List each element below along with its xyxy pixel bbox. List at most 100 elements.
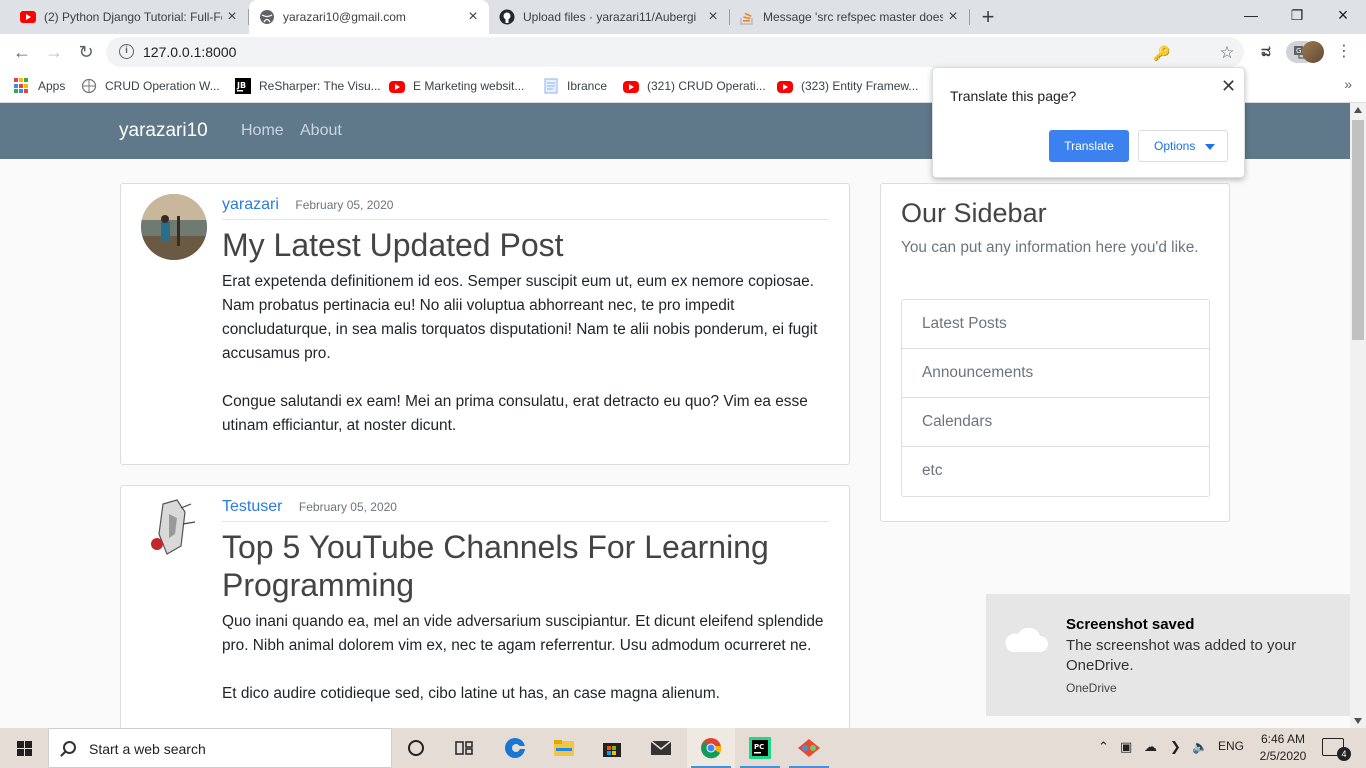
bookmark-crud-321[interactable]: (321) CRUD Operati... — [623, 77, 766, 95]
cortana-icon[interactable] — [392, 728, 440, 768]
translate-popup: Translate this page? ✕ Translate Options — [932, 67, 1245, 178]
bookmark-crud-operation[interactable]: CRUD Operation W... — [81, 77, 220, 95]
sidebar-item-announcements[interactable]: Announcements — [902, 349, 1209, 398]
task-view-icon[interactable] — [440, 728, 488, 768]
new-tab-button[interactable]: + — [976, 3, 1000, 31]
translate-button[interactable]: Translate — [1049, 130, 1129, 162]
post-title[interactable]: Top 5 YouTube Channels For Learning Prog… — [222, 528, 829, 604]
chrome-icon[interactable] — [687, 728, 735, 768]
bookmark-label: CRUD Operation W... — [105, 79, 220, 93]
sidebar-item-etc[interactable]: etc — [902, 447, 1209, 496]
post-title[interactable]: My Latest Updated Post — [222, 226, 829, 264]
post-meta: yarazari February 05, 2020 — [222, 196, 829, 220]
bookmark-entity-framework[interactable]: (323) Entity Framew... — [777, 77, 918, 95]
language-indicator[interactable]: ENG — [1218, 739, 1244, 753]
scroll-up-icon[interactable] — [1354, 107, 1362, 113]
pycharm-icon[interactable]: PC — [736, 728, 784, 768]
extension-icon[interactable]: ವ — [1254, 40, 1278, 64]
scrollbar-thumb[interactable] — [1352, 120, 1364, 340]
svg-text:G: G — [1296, 47, 1301, 55]
forward-button[interactable]: → — [40, 38, 68, 66]
youtube-icon — [623, 81, 639, 93]
battery-icon[interactable]: ▣ — [1120, 739, 1132, 755]
tab-python-django[interactable]: (2) Python Django Tutorial: Full-Fe × — [0, 0, 248, 34]
clock[interactable]: 6:46 AM 2/5/2020 — [1258, 731, 1308, 765]
avatar[interactable] — [1302, 41, 1324, 63]
site-brand[interactable]: yarazari10 — [119, 120, 208, 142]
post-meta: Testuser February 05, 2020 — [222, 498, 829, 522]
post-paragraph: Congue salutandi ex eam! Mei an prima co… — [222, 393, 808, 434]
git-tool-icon[interactable] — [785, 728, 833, 768]
edge-icon[interactable] — [491, 728, 539, 768]
key-icon[interactable]: 🔑 — [1152, 43, 1172, 63]
sidebar-list: Latest Posts Announcements Calendars etc — [901, 299, 1210, 497]
tab-title: (2) Python Django Tutorial: Full-Fe — [44, 10, 222, 24]
stackoverflow-icon — [739, 9, 755, 25]
nav-home[interactable]: Home — [241, 122, 284, 140]
author-avatar — [141, 494, 207, 560]
scroll-down-icon[interactable] — [1354, 718, 1362, 724]
post-paragraph: Et dico audire cotidieque sed, cibo lati… — [222, 685, 720, 702]
volume-icon[interactable]: 🔈 — [1192, 739, 1208, 755]
chevron-up-icon[interactable]: ⌃ — [1098, 739, 1109, 755]
post-date: February 05, 2020 — [295, 198, 394, 212]
sidebar-item-latest-posts[interactable]: Latest Posts — [902, 300, 1209, 349]
tab-gmail[interactable]: yarazari10@gmail.com × — [249, 0, 489, 34]
tab-github[interactable]: Upload files · yarazari11/Aubergi × — [489, 0, 729, 34]
bookmark-ibrance[interactable]: Ibrance — [543, 77, 607, 95]
address-bar[interactable]: i 127.0.0.1:8000 🔑 G ☆ — [106, 37, 1316, 67]
close-icon[interactable]: × — [703, 8, 723, 26]
star-icon[interactable]: ☆ — [1217, 43, 1237, 63]
bookmark-label: ReSharper: The Visu... — [259, 79, 381, 93]
bookmark-apps[interactable]: Apps — [14, 77, 65, 95]
action-center-icon[interactable]: 4 — [1322, 738, 1351, 761]
chevron-down-icon — [1205, 144, 1215, 150]
windows-icon — [17, 741, 32, 756]
nav-about[interactable]: About — [300, 122, 342, 140]
browser-toolbar: ← → ↻ i 127.0.0.1:8000 🔑 G ☆ ವ ⋮ — [0, 34, 1366, 70]
file-explorer-icon[interactable] — [540, 728, 588, 768]
close-icon[interactable]: × — [463, 8, 483, 26]
notification-toast[interactable]: Screenshot saved The screenshot was adde… — [986, 594, 1350, 716]
reload-button[interactable]: ↻ — [72, 38, 100, 66]
post-date: February 05, 2020 — [298, 500, 397, 514]
minimize-button[interactable]: — — [1228, 0, 1274, 30]
sidebar-item-calendars[interactable]: Calendars — [902, 398, 1209, 447]
tab-stackoverflow[interactable]: Message 'src refspec master does × — [729, 0, 969, 34]
toast-source: OneDrive — [1066, 681, 1117, 695]
post-card: Testuser February 05, 2020 Top 5 YouTube… — [120, 485, 850, 728]
svg-text:JB: JB — [236, 81, 246, 90]
post-content: Quo inani quando ea, mel an vide adversa… — [222, 610, 825, 728]
close-icon[interactable]: × — [943, 8, 963, 26]
bookmark-e-marketing[interactable]: E Marketing websit... — [389, 77, 524, 95]
clock-date: 2/5/2020 — [1259, 749, 1307, 763]
youtube-icon — [20, 9, 36, 25]
tab-separator — [969, 9, 970, 25]
start-button[interactable] — [0, 728, 48, 768]
tab-title: yarazari10@gmail.com — [283, 10, 406, 24]
tab-title: Upload files · yarazari11/Aubergi — [523, 10, 697, 24]
restore-button[interactable]: ❐ — [1274, 0, 1320, 30]
tab-strip: (2) Python Django Tutorial: Full-Fe × ya… — [0, 0, 1366, 34]
mail-icon[interactable] — [637, 728, 685, 768]
bookmark-resharper[interactable]: JB ReSharper: The Visu... — [235, 77, 381, 95]
close-icon[interactable]: × — [222, 8, 242, 26]
page-scrollbar[interactable] — [1350, 103, 1366, 728]
clock-time: 6:46 AM — [1260, 732, 1306, 746]
wifi-icon[interactable]: ❯ — [1170, 739, 1181, 755]
options-dropdown[interactable]: Options — [1138, 130, 1228, 162]
info-icon[interactable]: i — [119, 44, 134, 59]
back-button[interactable]: ← — [8, 38, 36, 66]
store-icon[interactable] — [588, 728, 636, 768]
taskbar-search[interactable]: Start a web search — [48, 728, 392, 768]
sidebar-title: Our Sidebar — [901, 198, 1047, 228]
chevron-right-icon[interactable]: » — [1344, 76, 1352, 92]
document-icon — [543, 78, 559, 94]
author-link[interactable]: yarazari — [222, 196, 279, 213]
close-icon[interactable]: ✕ — [1221, 76, 1236, 97]
menu-icon[interactable]: ⋮ — [1332, 40, 1356, 64]
close-window-button[interactable]: × — [1320, 0, 1366, 30]
bookmark-label: Apps — [38, 79, 66, 93]
author-link[interactable]: Testuser — [222, 498, 282, 515]
onedrive-icon[interactable]: ☁ — [1144, 739, 1157, 755]
